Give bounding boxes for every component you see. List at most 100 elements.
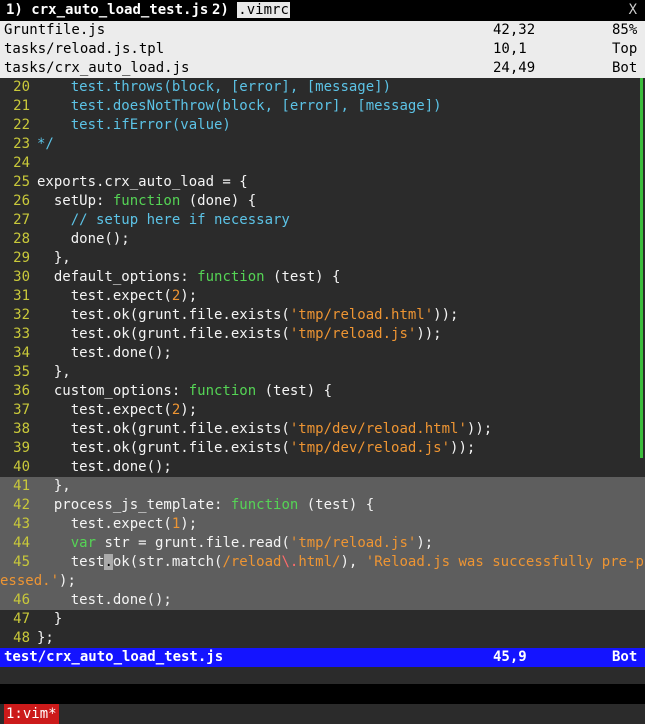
git-gutter-marker <box>640 401 643 420</box>
code-token: test.doesNotThrow(block, [error], [messa… <box>70 98 442 114</box>
tab-1[interactable]: 1) crx_auto_load_test.js <box>6 0 208 21</box>
code-line: 37 test.expect(2); <box>0 401 645 420</box>
code-token: 'tmp/dev/reload.html' <box>289 421 467 437</box>
code-line: 40 test.done(); <box>0 458 645 477</box>
close-tab-icon[interactable]: X <box>629 0 637 21</box>
line-number: 26 <box>13 193 30 209</box>
line-number: 44 <box>13 535 30 551</box>
code-token: )); <box>466 421 493 437</box>
line-number: 30 <box>13 269 30 285</box>
code-token: 'tmp/reload.js' <box>289 326 417 342</box>
buffer-name: tasks/reload.js.tpl <box>4 41 165 57</box>
code-line: 47 } <box>0 610 645 629</box>
tab-1-number: 1) <box>6 2 23 18</box>
buffer-position: 42,32 <box>493 22 536 38</box>
code-token: done(); <box>37 231 130 247</box>
code-text: */ <box>37 135 54 154</box>
code-line: 39 test.ok(grunt.file.exists('tmp/dev/re… <box>0 439 645 458</box>
code-line: 43 test.expect(1); <box>0 515 645 534</box>
line-number: 25 <box>13 174 30 190</box>
tab-1-label: crx_auto_load_test.js <box>31 2 209 18</box>
buffer-row[interactable]: Gruntfile.js 42,32 85% <box>0 21 645 40</box>
code-token: process_js_template: <box>37 497 231 513</box>
code-line: 25 exports.crx_auto_load = { <box>0 173 645 192</box>
line-number: 40 <box>13 459 30 475</box>
code-token: ), <box>340 554 366 570</box>
code-line: 30 default_options: function (test) { <box>0 268 645 287</box>
line-number: 41 <box>13 478 30 494</box>
line-number: 43 <box>13 516 30 532</box>
tabline: 1) crx_auto_load_test.js 2) .vimrc X <box>0 0 645 21</box>
line-number: 33 <box>13 326 30 342</box>
buffer-percent: Top <box>612 41 638 57</box>
code-token: function <box>230 497 299 513</box>
status-filename: test/crx_auto_load_test.js <box>4 649 224 665</box>
git-gutter-marker <box>640 325 643 344</box>
line-number: 36 <box>13 383 30 399</box>
code-token: } <box>37 611 63 627</box>
code-line: 42 process_js_template: function (test) … <box>0 496 645 515</box>
code-text: test.done(); <box>37 591 172 610</box>
code-line: 34 test.done(); <box>0 344 645 363</box>
code-token: }; <box>37 630 54 646</box>
code-token: \. <box>281 554 299 570</box>
git-gutter-marker <box>640 154 643 173</box>
code-token: )); <box>433 307 459 323</box>
code-token: ); <box>180 402 198 418</box>
line-number: 46 <box>13 592 30 608</box>
git-gutter-marker <box>640 230 643 249</box>
status-scroll-percent: Bot <box>612 649 638 665</box>
git-gutter-marker <box>640 306 643 325</box>
git-gutter-marker <box>640 78 643 97</box>
code-token: (test) { <box>264 269 341 285</box>
code-line: 22 test.ifError(value) <box>0 116 645 135</box>
code-text: test.expect(2); <box>37 287 197 306</box>
code-text: custom_options: function (test) { <box>37 382 332 401</box>
tab-2-label: .vimrc <box>237 2 290 18</box>
code-token: test.ifError(value) <box>70 117 231 133</box>
code-line: 24 <box>0 154 645 173</box>
code-token: (test) { <box>298 497 375 513</box>
tab-2-number: 2) <box>212 2 229 18</box>
code-text: }, <box>37 249 71 268</box>
git-gutter-marker <box>640 135 643 154</box>
code-text: test.done(); <box>37 344 172 363</box>
code-line: 20 test.throws(block, [error], [message]… <box>0 78 645 97</box>
buffer-name: tasks/crx_auto_load.js <box>4 60 190 76</box>
line-number: 24 <box>13 155 30 171</box>
git-gutter-marker <box>640 382 643 401</box>
tab-2[interactable]: 2) .vimrc <box>212 0 290 21</box>
buffer-name: Gruntfile.js <box>4 22 106 38</box>
code-text: essed.'); <box>0 572 76 591</box>
buffer-percent: Bot <box>612 60 638 76</box>
buffer-row[interactable]: tasks/reload.js.tpl 10,1 Top <box>0 40 645 59</box>
code-token: }, <box>37 250 71 266</box>
code-token: default_options: <box>37 269 198 285</box>
code-line: 31 test.expect(2); <box>0 287 645 306</box>
code-token: custom_options: <box>37 383 189 399</box>
code-text: // setup here if necessary <box>37 211 290 230</box>
code-line: 46 test.done(); <box>0 591 645 610</box>
code-line: 33 test.ok(grunt.file.exists('tmp/reload… <box>0 325 645 344</box>
git-gutter-marker <box>640 116 643 135</box>
code-text: test.ok(grunt.file.exists('tmp/reload.ht… <box>37 306 459 325</box>
code-token: str = grunt.file.read( <box>96 535 290 551</box>
code-text: done(); <box>37 230 130 249</box>
buffer-row[interactable]: tasks/crx_auto_load.js 24,49 Bot <box>0 59 645 78</box>
code-token: 'tmp/dev/reload.js' <box>289 440 451 456</box>
code-line: 38 test.ok(grunt.file.exists('tmp/dev/re… <box>0 420 645 439</box>
tmux-window-tab[interactable]: 1:vim* <box>4 704 59 724</box>
code-text: } <box>37 610 62 629</box>
git-gutter-marker <box>640 211 643 230</box>
code-token: test.done(); <box>37 592 172 608</box>
git-gutter-marker <box>640 268 643 287</box>
code-token: test.ok(grunt.file.exists( <box>37 440 290 456</box>
git-gutter-marker <box>640 97 643 116</box>
line-number: 29 <box>13 250 30 266</box>
line-number: 32 <box>13 307 30 323</box>
code-line: 48}; <box>0 629 645 648</box>
code-text: }, <box>37 477 71 496</box>
code-token: test <box>37 554 105 570</box>
